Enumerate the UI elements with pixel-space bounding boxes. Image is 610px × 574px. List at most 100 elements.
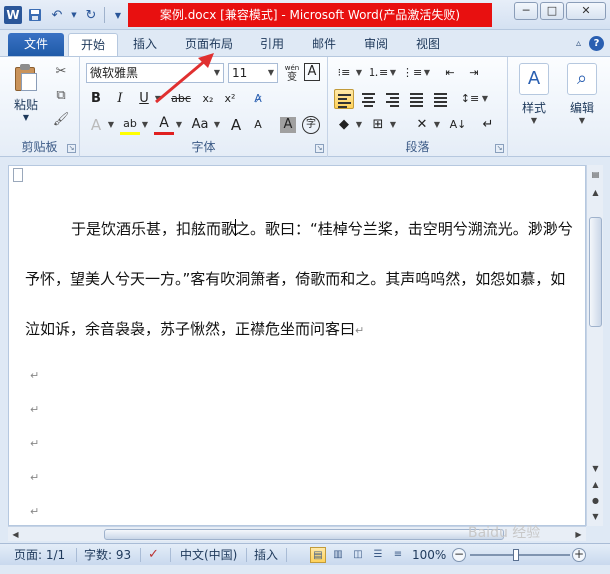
zoom-level[interactable]: 100% [412,544,446,566]
tab-references[interactable]: 引用 [252,33,292,56]
zoom-slider-thumb[interactable] [513,549,519,561]
multilevel-list-button[interactable]: ⋮≡ [402,63,422,83]
zoom-in-icon[interactable]: + [572,548,586,562]
ruler-toggle-icon[interactable]: ▤ [588,167,603,182]
word-app-icon[interactable]: W [4,6,22,24]
bullets-dropdown-icon[interactable]: ▼ [354,63,364,83]
tab-home[interactable]: 开始 [68,33,118,56]
decrease-indent-button[interactable]: ⇤ [440,63,460,83]
highlight-button[interactable]: ab [120,115,140,135]
paste-dropdown-icon[interactable]: ▼ [6,113,46,122]
shrink-font-button[interactable]: A [248,115,268,135]
align-center-button[interactable] [358,89,378,109]
sort-button[interactable]: A↓ [448,115,468,135]
maximize-button[interactable]: □ [540,2,564,20]
change-case-dropdown-icon[interactable]: ▼ [212,115,222,135]
line-spacing-button[interactable]: ↕≡ [460,89,480,109]
tab-review[interactable]: 审阅 [356,33,396,56]
zoom-out-icon[interactable]: − [452,548,466,562]
customize-qat-icon[interactable]: ▼ [109,6,127,24]
word-count[interactable]: 字数: 93 [84,544,131,566]
outline-view-icon[interactable]: ☰ [370,547,386,563]
clipboard-launcher-icon[interactable]: ↘ [67,144,76,153]
scroll-up-icon[interactable]: ▲ [588,185,603,200]
font-color-button[interactable]: A [154,115,174,135]
full-screen-reading-icon[interactable]: ▥ [330,547,346,563]
help-icon[interactable]: ? [589,36,604,51]
numbering-button[interactable]: ⒈≡ [368,63,388,83]
text-effects-dropdown-icon[interactable]: ▼ [106,115,116,135]
zoom-slider-track[interactable] [470,554,570,556]
bullets-button[interactable]: ⁝≡ [334,63,354,83]
chinese-layout-dropdown-icon[interactable]: ▼ [432,115,442,135]
font-name-dropdown-icon[interactable]: ▼ [212,63,222,83]
increase-indent-button[interactable]: ⇥ [464,63,484,83]
proofing-icon[interactable]: ✓ [148,544,159,566]
tab-mailings[interactable]: 邮件 [304,33,344,56]
tab-page-layout[interactable]: 页面布局 [178,33,240,56]
shading-button[interactable]: ◆ [334,115,354,135]
tab-view[interactable]: 视图 [408,33,448,56]
tab-file[interactable]: 文件 [8,33,64,56]
tab-insert[interactable]: 插入 [124,33,166,56]
cut-icon[interactable]: ✂ [52,63,70,81]
print-layout-view-icon[interactable]: ▤ [310,547,326,563]
font-size-dropdown-icon[interactable]: ▼ [266,63,276,83]
char-border-button[interactable]: A [304,63,320,81]
highlight-dropdown-icon[interactable]: ▼ [140,115,150,135]
clear-formatting-icon[interactable]: A̷ [248,89,268,109]
grow-font-button[interactable]: A [226,115,246,135]
strikethrough-button[interactable]: abc [168,89,194,109]
multilevel-dropdown-icon[interactable]: ▼ [422,63,432,83]
char-shading-button[interactable]: A [280,117,296,133]
copy-icon[interactable]: ⧉ [52,87,70,105]
align-right-button[interactable] [382,89,402,109]
redo-icon[interactable]: ↻ [82,6,100,24]
superscript-button[interactable]: x² [220,89,240,109]
previous-page-icon[interactable]: ▲ [588,477,603,492]
change-case-button[interactable]: Aa [188,115,212,135]
save-icon[interactable] [26,6,44,24]
numbering-dropdown-icon[interactable]: ▼ [388,63,398,83]
vertical-scrollbar[interactable]: ▤ ▲ ▼ ▲ ● ▼ [586,165,603,526]
borders-button[interactable]: ⊞ [368,115,388,135]
shading-dropdown-icon[interactable]: ▼ [354,115,364,135]
italic-button[interactable]: I [110,89,130,109]
justify-button[interactable] [406,89,426,109]
draft-view-icon[interactable]: ≡ [390,547,406,563]
minimize-button[interactable]: ─ [514,2,538,20]
undo-dropdown-icon[interactable]: ▼ [70,6,78,24]
font-launcher-icon[interactable]: ↘ [315,144,324,153]
font-name-select[interactable]: 微软雅黑 [86,63,224,83]
align-left-button[interactable] [334,89,354,109]
styles-dropdown-icon[interactable]: ▼ [514,116,554,125]
underline-button[interactable]: U [134,89,154,109]
minimize-ribbon-icon[interactable]: ▵ [576,38,581,49]
next-page-icon[interactable]: ▼ [588,509,603,524]
document-body[interactable]: 于是饮酒乐甚，扣舷而歌之。歌曰：“桂棹兮兰桨，击空明兮溯流光。渺渺兮 予怀，望美… [25,204,581,356]
distributed-button[interactable] [430,89,450,109]
chinese-layout-button[interactable]: ✕ [412,115,432,135]
text-effects-button[interactable]: A [86,115,106,135]
page-count[interactable]: 页面: 1/1 [14,544,65,566]
font-color-dropdown-icon[interactable]: ▼ [174,115,184,135]
styles-button[interactable]: A 样式 ▼ [514,61,554,131]
editing-button[interactable]: ⌕ 编辑 ▼ [562,61,602,131]
show-marks-button[interactable]: ↵ [478,115,498,135]
scroll-down-icon[interactable]: ▼ [588,461,603,476]
borders-dropdown-icon[interactable]: ▼ [388,115,398,135]
paragraph-launcher-icon[interactable]: ↘ [495,144,504,153]
insert-mode[interactable]: 插入 [254,544,278,566]
horizontal-scroll-thumb[interactable] [104,529,504,540]
format-painter-icon[interactable]: 🖌 [52,111,70,129]
enclose-chars-button[interactable]: 字 [302,116,320,134]
vertical-scroll-thumb[interactable] [589,217,602,327]
close-button[interactable]: ✕ [566,2,606,20]
subscript-button[interactable]: x₂ [198,89,218,109]
paste-button[interactable]: 粘贴 ▼ [6,61,46,127]
web-layout-icon[interactable]: ◫ [350,547,366,563]
language[interactable]: 中文(中国) [180,544,237,566]
phonetic-guide-button[interactable]: wén 变 [282,63,302,83]
browse-object-icon[interactable]: ● [588,493,603,508]
document-page[interactable]: 于是饮酒乐甚，扣舷而歌之。歌曰：“桂棹兮兰桨，击空明兮溯流光。渺渺兮 予怀，望美… [8,165,586,526]
